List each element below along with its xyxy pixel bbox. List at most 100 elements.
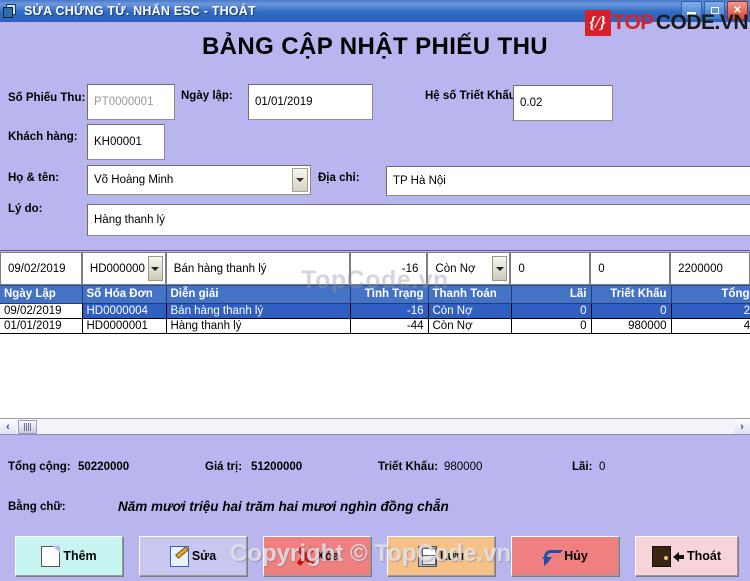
table-cell[interactable]: 0 bbox=[511, 318, 592, 334]
ngay-lap-label: Ngày lập: bbox=[181, 90, 233, 102]
entry-tong-tri-gia[interactable]: 2200000 bbox=[670, 252, 750, 285]
grid-column-header[interactable]: Số Hóa Đơn bbox=[82, 286, 167, 304]
ho-ten-value: Võ Hoàng Minh bbox=[94, 174, 174, 186]
bang-chu-label: Bằng chữ: bbox=[8, 501, 66, 513]
lai-label: Lãi: bbox=[572, 461, 593, 473]
grid-column-header[interactable]: Triết Khấu bbox=[591, 286, 672, 304]
table-cell[interactable]: Hàng thanh lý bbox=[166, 318, 351, 334]
table-cell[interactable]: 0 bbox=[591, 303, 672, 319]
ho-ten-combobox[interactable]: Võ Hoàng Minh bbox=[87, 165, 311, 195]
dia-chi-input[interactable]: TP Hà Nội bbox=[386, 166, 750, 196]
table-cell[interactable]: Bán hàng thanh lý bbox=[166, 303, 351, 319]
grid-column-header[interactable]: Tình Trạng bbox=[350, 286, 429, 304]
sua-button[interactable]: Sửa bbox=[139, 536, 247, 576]
entry-so-hoa-don-value: HD000000 bbox=[89, 262, 145, 275]
grid-header-row: Ngày Lập Số Hóa Đơn Diễn giải Tình Trạng Tha… bbox=[0, 286, 750, 304]
lai-value: 0 bbox=[599, 461, 606, 473]
table-cell[interactable]: 0 bbox=[511, 303, 592, 319]
ngay-lap-input[interactable]: 01/01/2019 bbox=[248, 84, 373, 120]
dia-chi-label: Địa chỉ: bbox=[318, 172, 360, 184]
action-button-bar: Thêm Sửa Xóa Lưu Hủy Thoát bbox=[0, 533, 750, 581]
table-cell[interactable]: 01/01/2019 bbox=[0, 318, 83, 334]
ho-ten-label: Họ & tên: bbox=[8, 172, 60, 184]
table-cell[interactable]: Còn Nợ bbox=[428, 318, 512, 334]
invoice-data-grid[interactable]: Ngày Lập Số Hóa Đơn Diễn giải Tình Trạng Tha… bbox=[0, 285, 750, 418]
table-row[interactable]: 01/01/2019 HD0000001 Hàng thanh lý -44 Còn N… bbox=[0, 318, 750, 334]
page-icon bbox=[41, 545, 61, 567]
xoa-button[interactable]: Xóa bbox=[263, 536, 371, 576]
page-title: BẢNG CẬP NHẬT PHIẾU THU bbox=[201, 33, 549, 60]
minimize-button[interactable] bbox=[681, 1, 702, 20]
gia-tri-label: Giá trị: bbox=[205, 461, 243, 473]
tong-cong-value: 50220000 bbox=[78, 461, 130, 473]
he-so-triet-khau-label: Hệ số Triết Khấu: bbox=[425, 90, 520, 102]
grid-column-header[interactable]: Thanh Toán bbox=[428, 286, 512, 304]
chevron-down-icon[interactable] bbox=[292, 168, 308, 192]
triet-khau-label: Triết Khấu: bbox=[378, 461, 439, 473]
luu-button-label: Lưu bbox=[439, 549, 465, 563]
grid-body: 09/02/2019 HD0000004 Bán hàng thanh lý -16 C… bbox=[0, 303, 750, 334]
xoa-button-label: Xóa bbox=[316, 549, 340, 563]
entry-dien-giai[interactable]: Bán hàng thanh lý bbox=[165, 252, 350, 285]
entry-lai[interactable]: 0 bbox=[510, 252, 591, 285]
scroll-right-arrow-icon[interactable]: › bbox=[734, 419, 750, 434]
luu-button[interactable]: Lưu bbox=[387, 536, 495, 576]
red-x-icon bbox=[295, 546, 314, 567]
table-cell[interactable]: 09/02/2019 bbox=[0, 303, 83, 319]
scrollbar-thumb[interactable] bbox=[18, 419, 37, 434]
so-phieu-thu-label: Số Phiếu Thu: bbox=[8, 92, 86, 104]
entry-ngay-lap[interactable]: 09/02/2019 bbox=[0, 252, 82, 285]
door-icon bbox=[651, 545, 671, 567]
table-cell[interactable]: HD0000001 bbox=[82, 318, 167, 334]
table-cell[interactable]: 4900000 bbox=[671, 318, 750, 334]
them-button-label: Thêm bbox=[63, 549, 97, 563]
bang-chu-value: Năm mươi triệu hai trăm hai mươi nghìn đ… bbox=[118, 499, 449, 514]
huy-button[interactable]: Hủy bbox=[511, 536, 619, 576]
maximize-button[interactable] bbox=[704, 1, 725, 20]
window-titlebar: SỬA CHỨNG TỪ. NHẤN ESC - THOÁT ✕ bbox=[0, 0, 750, 22]
document-window-icon bbox=[3, 3, 19, 19]
undo-icon bbox=[542, 546, 564, 567]
them-button[interactable]: Thêm bbox=[15, 536, 123, 576]
chevron-down-icon[interactable] bbox=[492, 256, 508, 281]
ly-do-input[interactable]: Hàng thanh lý bbox=[87, 204, 750, 236]
khach-hang-input[interactable]: KH00001 bbox=[87, 124, 165, 160]
save-icon bbox=[417, 545, 437, 567]
triet-khau-value: 980000 bbox=[444, 461, 483, 473]
entry-so-hoa-don[interactable]: HD000000 bbox=[81, 252, 166, 285]
entry-thanh-toan-value: Còn Nợ bbox=[435, 262, 476, 275]
table-cell[interactable]: Còn Nợ bbox=[428, 303, 512, 319]
grid-column-header[interactable]: Ngày Lập bbox=[0, 286, 83, 304]
table-cell[interactable]: -16 bbox=[350, 303, 429, 319]
chevron-down-icon[interactable] bbox=[147, 256, 163, 281]
grid-column-header[interactable]: Diễn giải bbox=[166, 286, 351, 304]
gia-tri-value: 51200000 bbox=[251, 461, 303, 473]
so-phieu-thu-input[interactable]: PT0000001 bbox=[87, 84, 175, 120]
he-so-triet-khau-input[interactable]: 0.02 bbox=[513, 85, 613, 121]
huy-button-label: Hủy bbox=[564, 549, 588, 563]
entry-thanh-toan[interactable]: Còn Nợ bbox=[427, 252, 511, 285]
scroll-left-arrow-icon[interactable]: ‹ bbox=[0, 419, 16, 434]
thoat-button-label: Thoát bbox=[686, 549, 722, 563]
entry-triet-khau[interactable]: 0 bbox=[590, 252, 671, 285]
table-cell[interactable]: -44 bbox=[350, 318, 429, 334]
table-cell[interactable]: HD0000004 bbox=[82, 303, 167, 319]
tong-cong-label: Tổng cộng: bbox=[8, 461, 71, 473]
close-button[interactable]: ✕ bbox=[727, 1, 748, 20]
sua-button-label: Sửa bbox=[191, 549, 217, 563]
edit-icon bbox=[169, 545, 189, 567]
arrow-left-icon bbox=[672, 547, 684, 566]
table-row[interactable]: 09/02/2019 HD0000004 Bán hàng thanh lý -16 C… bbox=[0, 303, 750, 319]
table-cell[interactable]: 2200000 bbox=[671, 303, 750, 319]
table-cell[interactable]: 980000 bbox=[591, 318, 672, 334]
scrollbar-track[interactable] bbox=[37, 419, 734, 434]
entry-tinh-trang[interactable]: -16 bbox=[349, 252, 428, 285]
window-title: SỬA CHỨNG TỪ. NHẤN ESC - THOÁT bbox=[24, 4, 256, 18]
ly-do-label: Lý do: bbox=[8, 203, 43, 215]
thoat-button[interactable]: Thoát bbox=[635, 536, 738, 576]
khach-hang-label: Khách hàng: bbox=[8, 131, 78, 143]
grid-column-header[interactable]: Lãi bbox=[511, 286, 592, 304]
grid-entry-row: 09/02/2019 HD000000 Bán hàng thanh lý -1… bbox=[0, 250, 750, 285]
grid-column-header[interactable]: Tổng Trị Giá bbox=[671, 286, 750, 304]
grid-horizontal-scrollbar[interactable]: ‹ › bbox=[0, 418, 750, 435]
